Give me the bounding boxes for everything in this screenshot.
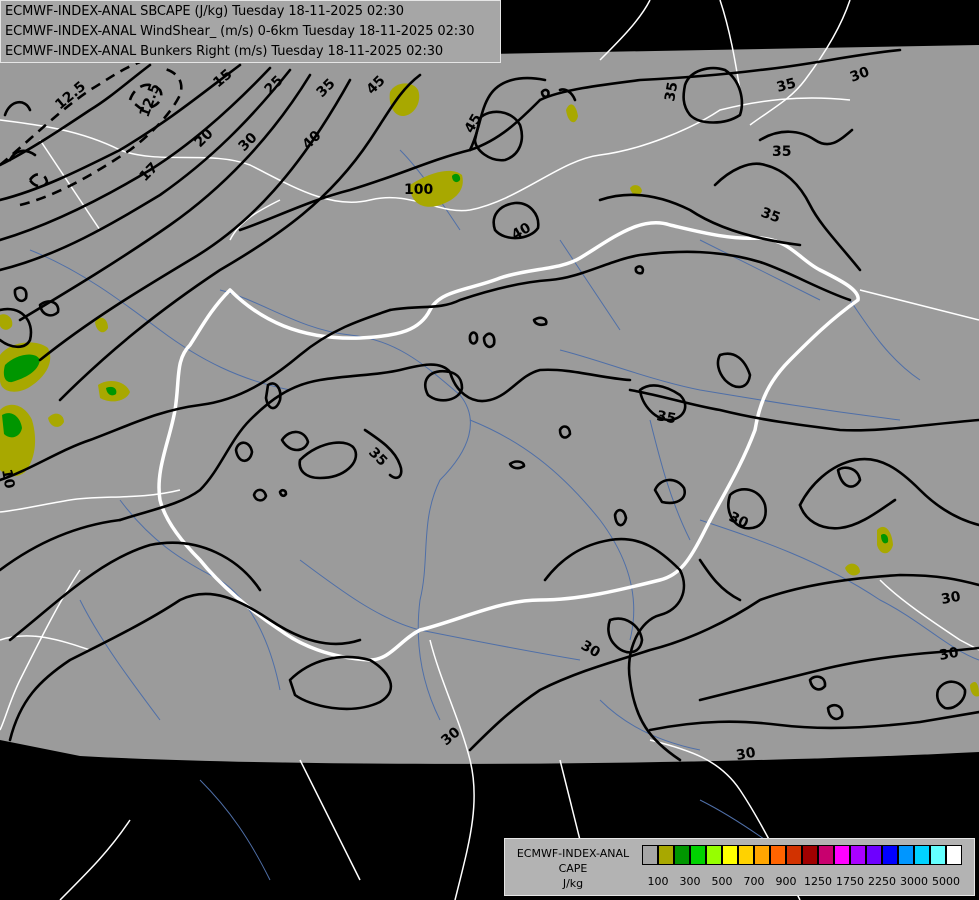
legend-swatch (914, 845, 930, 865)
legend-swatch (754, 845, 770, 865)
legend-tick-label: 300 (679, 875, 701, 888)
contour-label: 100 (404, 182, 433, 198)
legend-swatch (706, 845, 722, 865)
legend-tick-label: 1250 (804, 875, 832, 888)
legend-swatch (802, 845, 818, 865)
legend-tick-label: 3000 (900, 875, 928, 888)
legend-swatch (722, 845, 738, 865)
contour-label: 10 (0, 468, 17, 490)
cape-legend: ECMWF-INDEX-ANAL CAPE J/kg 100 300 500 700 9… (504, 838, 975, 896)
contour-label: 30 (940, 589, 962, 608)
legend-swatch (674, 845, 690, 865)
legend-tick-label: 100 (647, 875, 669, 888)
legend-swatch (834, 845, 850, 865)
map-data-domain (0, 45, 979, 764)
legend-swatches (642, 845, 962, 865)
weather-map: 12.5 12.5 15 17 20 25 30 35 40 45 45 40 … (0, 0, 979, 900)
contour-label: 30 (735, 745, 757, 764)
contour-label: 30 (938, 645, 960, 664)
title-box: ECMWF-INDEX-ANAL SBCAPE (J/kg) Tuesday 1… (0, 0, 501, 63)
legend-swatch (786, 845, 802, 865)
legend-swatch (882, 845, 898, 865)
contour-label: 35 (662, 81, 681, 103)
title-line-sbcape: ECMWF-INDEX-ANAL SBCAPE (J/kg) Tuesday 1… (5, 4, 404, 19)
legend-swatch (866, 845, 882, 865)
legend-swatch (850, 845, 866, 865)
contour-label: 35 (772, 144, 791, 160)
legend-swatch (738, 845, 754, 865)
title-line-windshear: ECMWF-INDEX-ANAL WindShear_ (m/s) 0-6km … (5, 24, 475, 39)
legend-title-unit: J/kg (562, 877, 584, 890)
legend-tick-label: 1750 (836, 875, 864, 888)
legend-swatch (930, 845, 946, 865)
legend-swatch (898, 845, 914, 865)
legend-swatch (946, 845, 962, 865)
title-line-bunkers: ECMWF-INDEX-ANAL Bunkers Right (m/s) Tue… (5, 44, 444, 59)
legend-swatch (818, 845, 834, 865)
legend-title-field: CAPE (558, 862, 588, 875)
legend-tick-label: 5000 (932, 875, 960, 888)
legend-tick-label: 500 (711, 875, 733, 888)
legend-tick-label: 2250 (868, 875, 896, 888)
legend-tick-label: 700 (743, 875, 765, 888)
legend-title-source: ECMWF-INDEX-ANAL (516, 847, 630, 860)
legend-tick-label: 900 (775, 875, 797, 888)
legend-swatch (770, 845, 786, 865)
legend-swatch (690, 845, 706, 865)
legend-swatch (658, 845, 674, 865)
contour-label: 35 (655, 408, 677, 427)
legend-swatch (642, 845, 658, 865)
